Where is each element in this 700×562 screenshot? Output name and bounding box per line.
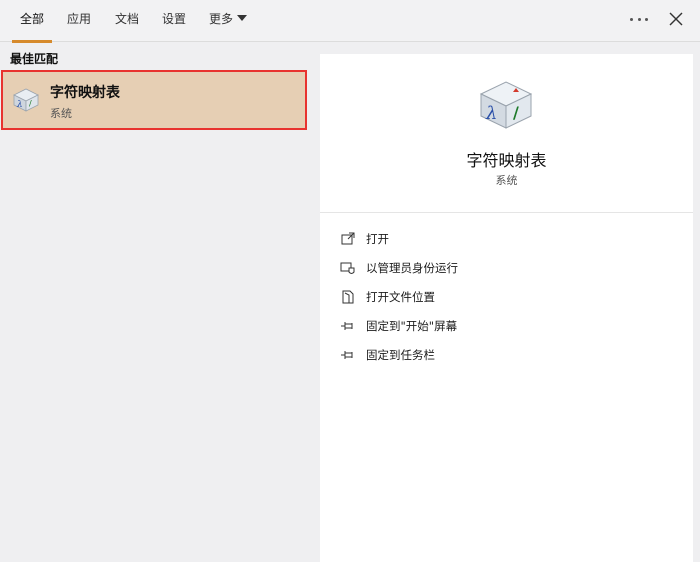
tab-label: 全部 bbox=[20, 12, 45, 26]
best-match-result[interactable]: λ / 字符映射表 系统 bbox=[1, 70, 307, 130]
chevron-down-icon bbox=[237, 15, 248, 21]
close-icon[interactable] bbox=[667, 10, 685, 28]
app-detail-panel: λ / 字符映射表 系统 打开 以管理员身份运行 打开文件位置 固定到"开始"屏… bbox=[320, 54, 693, 562]
pin-icon bbox=[341, 351, 353, 359]
tab-label: 更多 bbox=[209, 12, 234, 26]
tab-label: 设置 bbox=[162, 12, 187, 26]
character-map-icon: λ / bbox=[11, 85, 41, 113]
action-label: 打开文件位置 bbox=[366, 290, 435, 304]
run-as-admin-icon bbox=[340, 262, 355, 274]
result-subtitle: 系统 bbox=[50, 107, 72, 120]
divider bbox=[320, 212, 693, 213]
svg-text:/: / bbox=[513, 103, 519, 122]
search-tabs-bar: 全部 应用 文档 设置 更多 bbox=[0, 0, 700, 43]
tab-all[interactable]: 全部 bbox=[12, 0, 53, 43]
open-action[interactable]: 打开 bbox=[340, 228, 670, 250]
character-map-icon: λ / bbox=[475, 74, 537, 134]
pin-to-taskbar-action[interactable]: 固定到任务栏 bbox=[340, 344, 670, 366]
pin-to-start-action[interactable]: 固定到"开始"屏幕 bbox=[340, 315, 670, 337]
svg-text:λ: λ bbox=[485, 103, 497, 124]
app-subtitle: 系统 bbox=[495, 174, 518, 187]
open-icon bbox=[341, 232, 355, 245]
tab-settings[interactable]: 设置 bbox=[162, 0, 186, 42]
ellipsis-icon[interactable] bbox=[630, 10, 648, 28]
app-title: 字符映射表 bbox=[466, 151, 547, 170]
action-label: 固定到任务栏 bbox=[366, 348, 435, 362]
svg-text:/: / bbox=[29, 99, 32, 108]
tab-documents[interactable]: 文档 bbox=[115, 0, 139, 42]
result-title: 字符映射表 bbox=[50, 85, 120, 101]
tab-label: 文档 bbox=[115, 12, 140, 26]
open-file-location-action[interactable]: 打开文件位置 bbox=[340, 286, 670, 308]
svg-text:λ: λ bbox=[16, 100, 23, 110]
run-as-admin-action[interactable]: 以管理员身份运行 bbox=[340, 257, 670, 279]
tab-label: 应用 bbox=[67, 12, 92, 26]
action-label: 固定到"开始"屏幕 bbox=[366, 319, 458, 333]
active-tab-underline bbox=[12, 40, 53, 43]
best-match-heading: 最佳匹配 bbox=[10, 52, 59, 66]
action-label: 打开 bbox=[366, 232, 389, 246]
pin-icon bbox=[341, 322, 353, 330]
action-label: 以管理员身份运行 bbox=[366, 261, 458, 275]
file-location-icon bbox=[342, 290, 354, 304]
tab-more[interactable]: 更多 bbox=[209, 0, 248, 42]
tab-apps[interactable]: 应用 bbox=[67, 0, 91, 42]
